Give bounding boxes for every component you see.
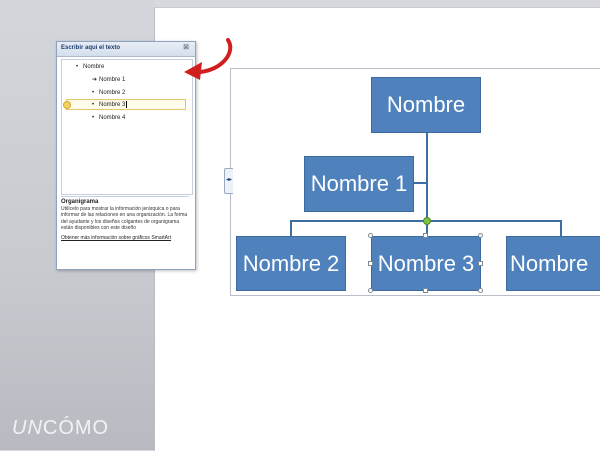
text-pane-toggle[interactable]: ◂▸: [224, 168, 233, 194]
text-cursor: [126, 100, 128, 108]
resize-handle[interactable]: [423, 288, 428, 293]
rotation-handle[interactable]: [423, 217, 431, 225]
list-item[interactable]: • Nombre 2: [92, 88, 125, 99]
org-box-assistant-label: Nombre 1: [310, 171, 408, 196]
resize-handle[interactable]: [368, 261, 373, 266]
resize-handle[interactable]: [368, 288, 373, 293]
annotation-arrow-icon: [184, 38, 233, 80]
connector-child-3: [560, 220, 562, 236]
layout-description: Organigrama Utilícelo para mostrar la in…: [61, 196, 189, 267]
resize-handle[interactable]: [423, 233, 428, 238]
list-item[interactable]: ➔ Nombre 1: [92, 75, 125, 86]
arrow-bullet-icon: ➔: [92, 77, 98, 83]
org-box-child-2[interactable]: Nombre 3: [371, 236, 481, 291]
org-box-child-3[interactable]: Nombre: [506, 236, 600, 291]
bullet-icon: •: [92, 90, 95, 96]
connector-assistant: [414, 182, 427, 184]
list-item-label: Nombre 2: [99, 90, 126, 96]
list-item[interactable]: • Nombre 4: [92, 113, 125, 124]
list-item-label: Nombre 4: [99, 115, 126, 121]
connector-top-vertical: [426, 132, 428, 220]
selection-marker-icon: [63, 101, 71, 109]
org-box-child-1[interactable]: Nombre 2: [236, 236, 346, 291]
connector-child-1: [290, 220, 292, 236]
layout-description-text: Utilícelo para mostrar la información je…: [61, 206, 188, 231]
org-box-top[interactable]: Nombre: [371, 77, 481, 133]
bullet-icon: •: [92, 102, 95, 108]
expand-arrow-icon: ◂▸: [226, 177, 233, 183]
annotation-arrow-path: [198, 38, 233, 74]
org-box-child-2-label: Nombre 3: [377, 251, 475, 276]
resize-handle[interactable]: [478, 288, 483, 293]
org-box-child-1-label: Nombre 2: [242, 251, 340, 276]
bullet-icon: •: [76, 64, 79, 70]
list-item-selected[interactable]: • Nombre 3: [63, 99, 186, 110]
org-box-child-3-label: Nombre: [510, 251, 589, 276]
org-box-assistant[interactable]: Nombre 1: [304, 156, 414, 212]
org-box-top-label: Nombre: [386, 92, 466, 117]
smartart-frame[interactable]: Nombre Nombre 1 Nombre 2 Nombre 3 Nombre: [230, 68, 600, 296]
list-item[interactable]: • Nombre: [76, 62, 104, 73]
more-info-link[interactable]: Obtener más información sobre gráficos S…: [61, 235, 189, 241]
watermark-part-2: CÓMO: [42, 417, 110, 439]
watermark-part-1: UN: [12, 417, 43, 439]
layout-name: Organigrama: [61, 199, 99, 205]
bullet-icon: •: [92, 115, 95, 121]
resize-handle[interactable]: [478, 233, 483, 238]
annotation-arrow-head: [184, 62, 202, 80]
list-item-label: Nombre 3: [99, 102, 126, 108]
text-pane-title: Escribir aquí el texto: [61, 45, 121, 51]
resize-handle[interactable]: [368, 233, 373, 238]
resize-handle[interactable]: [478, 261, 483, 266]
watermark-logo: UNCÓMO: [12, 417, 109, 440]
list-item-label: Nombre: [83, 64, 105, 70]
list-item-label: Nombre 1: [99, 77, 126, 83]
